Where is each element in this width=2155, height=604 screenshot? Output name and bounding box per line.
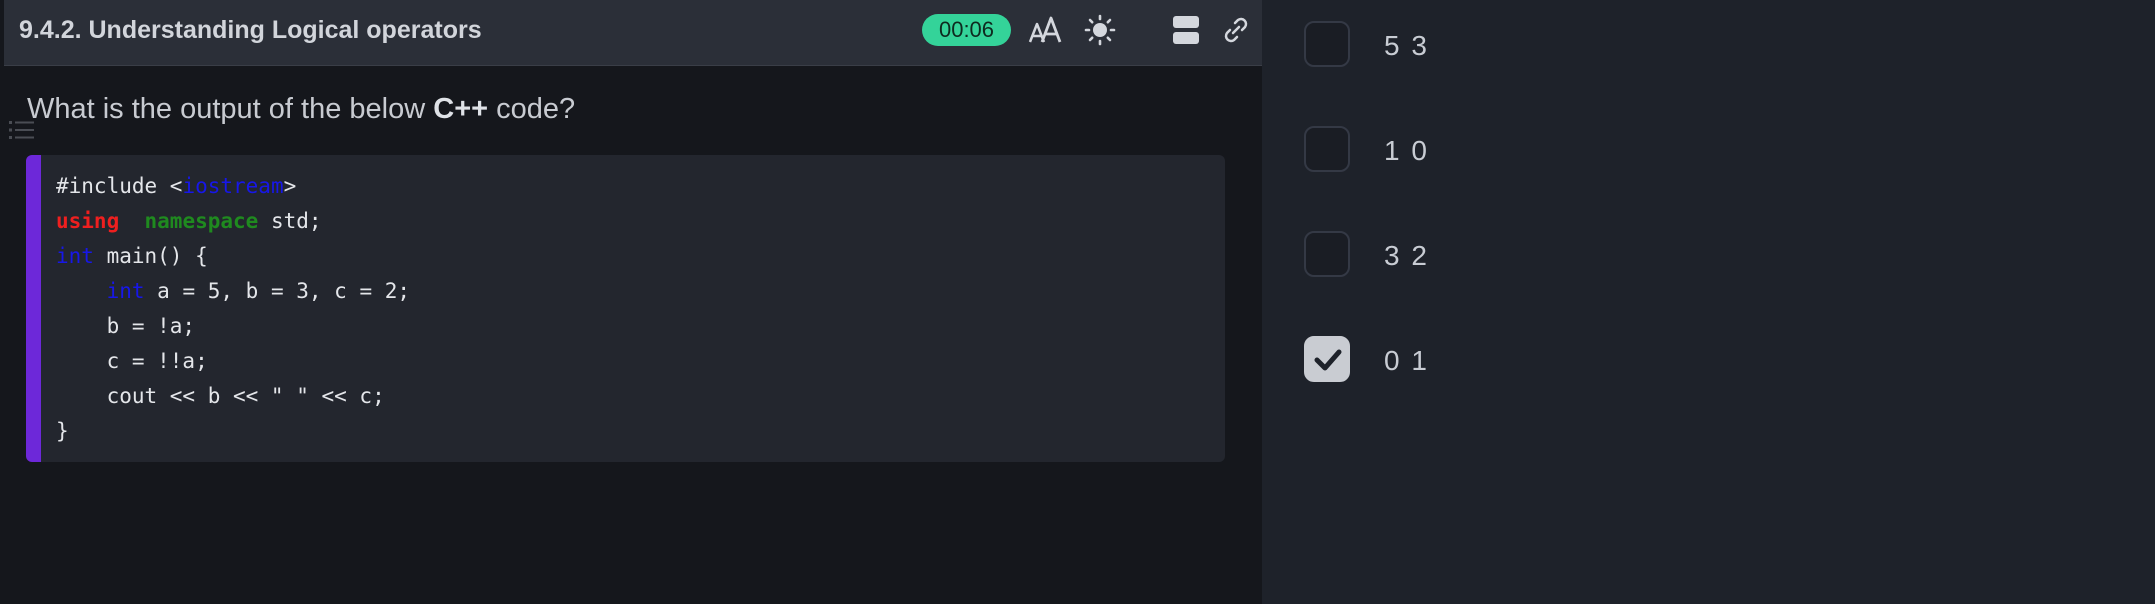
option-label: 1 0	[1384, 135, 1429, 166]
sun-icon[interactable]	[1084, 14, 1116, 46]
code-line-8: }	[56, 419, 69, 443]
answer-option[interactable]: 5 3	[1304, 21, 1704, 69]
code-keyword: int	[56, 244, 94, 268]
question-panel: 9.4.2. Understanding Logical operators 0…	[0, 0, 1262, 604]
code-token: std;	[258, 209, 322, 233]
question-text: What is the output of the below C++ code…	[27, 93, 575, 126]
code-line-4: int a = 5, b = 3, c = 2;	[56, 274, 1225, 309]
code-line-1: #include <iostream>	[56, 169, 1225, 204]
option-label: 5 3	[1384, 30, 1429, 61]
link-icon[interactable]	[1220, 14, 1252, 46]
options-panel: 5 3 1 0 3 2 0 1	[1262, 0, 2155, 604]
code-line-5: b = !a;	[56, 314, 196, 338]
layout-icon[interactable]	[1170, 14, 1202, 46]
code-line-2: using namespace std;	[56, 204, 1225, 239]
code-token: a = 5, b = 3, c = 2;	[144, 279, 411, 303]
answer-option[interactable]: 1 0	[1304, 126, 1704, 174]
option-checkbox[interactable]	[1304, 21, 1350, 67]
timer-badge: 00:06	[922, 14, 1011, 46]
code-keyword: using	[56, 209, 120, 233]
answer-option-selected[interactable]: 0 1	[1304, 336, 1704, 384]
option-label: 0 1	[1384, 345, 1429, 376]
code-line-3: int main() {	[56, 239, 1225, 274]
code-block: #include <iostream> using namespace std;…	[26, 155, 1225, 462]
code-keyword: int	[106, 279, 145, 303]
answer-option[interactable]: 3 2	[1304, 231, 1704, 279]
check-icon	[1314, 346, 1342, 379]
page-title: 9.4.2. Understanding Logical operators	[19, 16, 482, 44]
code-token: #include <	[56, 174, 183, 198]
option-label: 3 2	[1384, 240, 1429, 271]
question-language: C++	[433, 93, 489, 125]
question-suffix: code?	[488, 93, 576, 125]
font-size-icon[interactable]	[1028, 14, 1064, 46]
code-line-6: c = !!a;	[56, 349, 208, 373]
option-checkbox-checked[interactable]	[1304, 336, 1350, 382]
code-token: main() {	[93, 244, 208, 268]
code-token: iostream	[182, 174, 284, 198]
question-prefix: What is the output of the below	[27, 93, 434, 125]
option-checkbox[interactable]	[1304, 126, 1350, 172]
code-token: >	[283, 174, 297, 198]
app-root: 9.4.2. Understanding Logical operators 0…	[0, 0, 2155, 604]
code-line-7: cout << b << " " << c;	[56, 384, 385, 408]
header-bar: 9.4.2. Understanding Logical operators 0…	[4, 0, 1262, 66]
option-checkbox[interactable]	[1304, 231, 1350, 277]
code-keyword: namespace	[144, 209, 259, 233]
